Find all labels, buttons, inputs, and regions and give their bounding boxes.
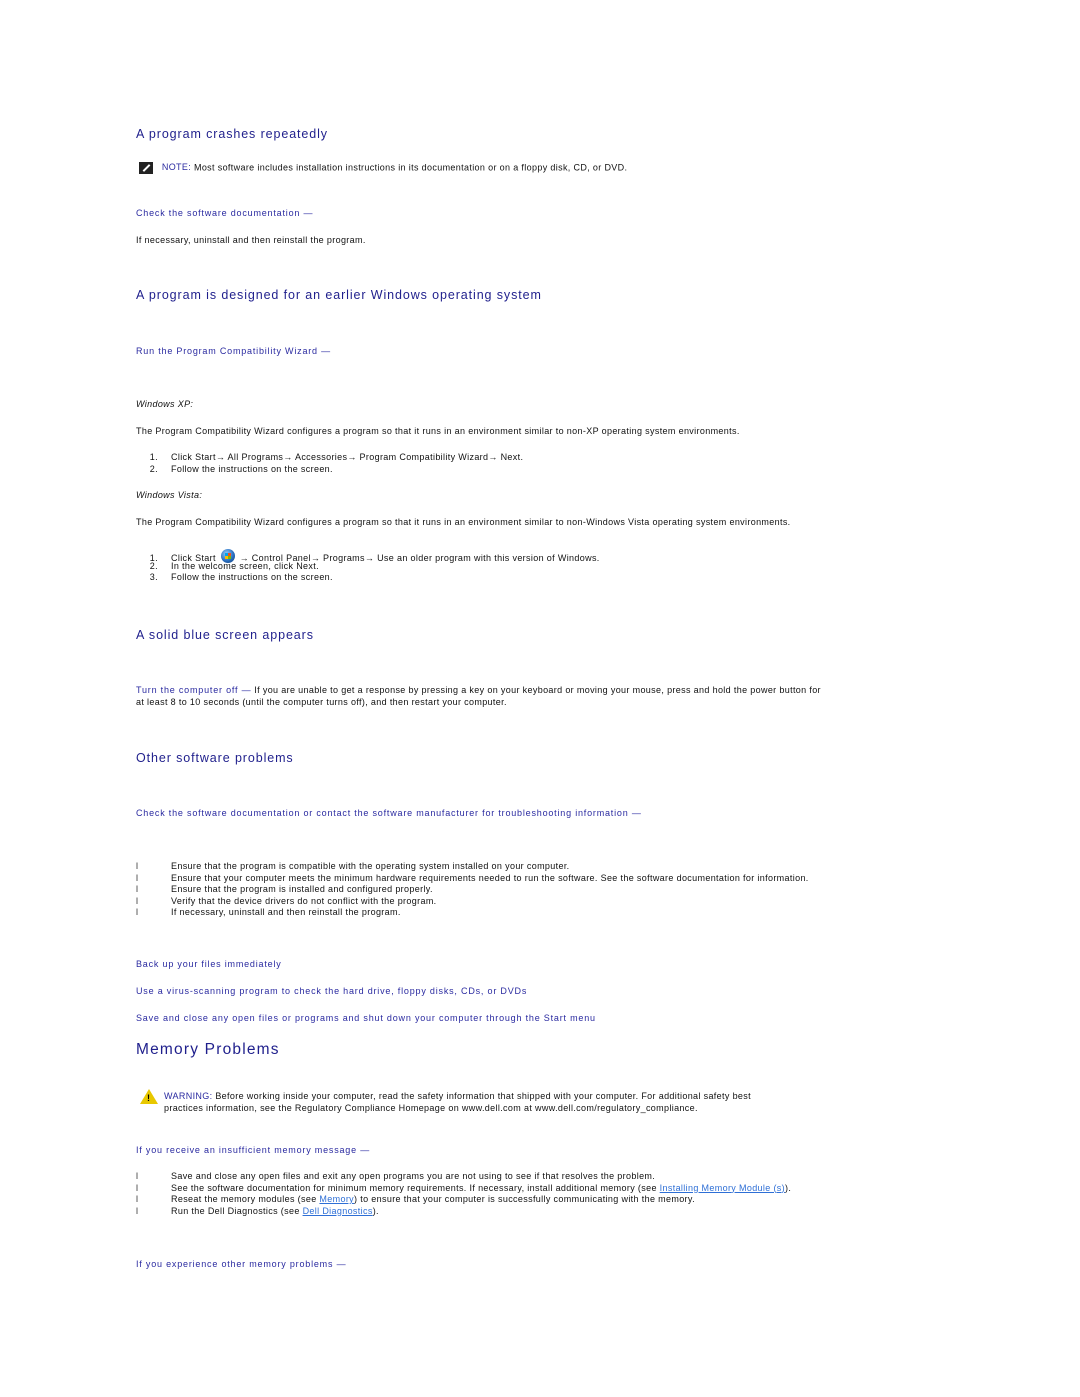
- link-installing-memory-modules[interactable]: Installing Memory Module (s): [660, 1183, 785, 1193]
- note-pencil-icon: [139, 162, 153, 174]
- list-item: l Reseat the memory modules (see Memory) …: [136, 1194, 695, 1204]
- list-item: l Ensure that your computer meets the min…: [136, 872, 809, 883]
- label-windows-vista: Windows Vista:: [136, 490, 203, 500]
- warning-label: WARNING:: [164, 1091, 213, 1101]
- bullet-icon: l: [136, 1182, 139, 1193]
- heading-earlier-windows: A program is designed for an earlier Win…: [136, 288, 542, 302]
- blue-screen-text: Turn the computer off — If you are unabl…: [136, 685, 821, 707]
- note-text: Most software includes installation inst…: [191, 162, 628, 173]
- list-item: l Run the Dell Diagnostics (see Dell Diag…: [136, 1205, 379, 1216]
- lead-insufficient-memory: If you receive an insufficient memory me…: [136, 1145, 371, 1155]
- note-label: NOTE:: [161, 162, 192, 173]
- vista-text: The Program Compatibility Wizard configu…: [136, 517, 791, 527]
- heading-program-crashes: A program crashes repeatedly: [136, 127, 328, 141]
- memory-bullets: l Save and close any open files and exit …: [136, 1171, 791, 1217]
- heading-other-software: Other software problems: [136, 751, 294, 765]
- list-item: l Ensure that the program is compatible w…: [136, 861, 570, 871]
- bullet-icon: l: [136, 884, 139, 894]
- windows-vista-start-orb-icon: [220, 549, 235, 563]
- lead-compatibility-wizard: Run the Program Compatibility Wizard —: [136, 346, 331, 356]
- list-item: l See the software documentation for mini…: [136, 1182, 792, 1193]
- bullet-icon: l: [136, 1171, 139, 1181]
- lead-check-documentation-manufacturer: Check the software documentation or cont…: [136, 808, 642, 818]
- vista-steps: 1. Click Start → Control Panel→ Programs→…: [136, 549, 600, 584]
- lead-save-and-shutdown: Save and close any open files or program…: [136, 1013, 596, 1023]
- heading-memory-problems: Memory Problems: [136, 1041, 280, 1058]
- other-bullets: l Ensure that the program is compatible w…: [136, 861, 809, 919]
- list-item: 1. Click Start→ All Programs→ Accessories…: [149, 452, 524, 462]
- xp-text: The Program Compatibility Wizard configu…: [136, 426, 740, 436]
- lead-other-memory-problems: If you experience other memory problems …: [136, 1259, 347, 1269]
- list-item: l Ensure that the program is installed an…: [136, 884, 433, 894]
- list-item: 2. Follow the instructions on the screen.: [149, 463, 333, 474]
- lead-check-software-documentation: Check the software documentation —: [136, 208, 314, 218]
- bullet-icon: l: [136, 861, 139, 871]
- heading-blue-screen: A solid blue screen appears: [136, 628, 314, 642]
- list-item: 1. Click Start → Control Panel→ Programs→…: [136, 549, 600, 563]
- link-memory[interactable]: Memory: [319, 1194, 354, 1204]
- warning-triangle-icon: !: [140, 1089, 158, 1109]
- list-item: l Verify that the device drivers do not c…: [136, 895, 437, 906]
- list-item: 3. Follow the instructions on the screen.: [149, 572, 333, 582]
- label-windows-xp: Windows XP:: [136, 399, 194, 409]
- bullet-icon: l: [136, 1205, 139, 1216]
- lead-virus-scan: Use a virus-scanning program to check th…: [136, 986, 528, 996]
- lead-back-up-files: Back up your files immediately: [136, 959, 282, 969]
- note-block: NOTE: Most software includes installatio…: [139, 162, 627, 174]
- list-item: l Save and close any open files and exit …: [136, 1171, 656, 1181]
- lead-turn-computer-off: Turn the computer off —: [136, 685, 252, 695]
- bullet-icon: l: [136, 1194, 139, 1204]
- warning-block: WARNING: Before working inside your comp…: [164, 1091, 751, 1113]
- xp-steps: 1. Click Start→ All Programs→ Accessories…: [136, 452, 523, 475]
- bullet-icon: l: [136, 895, 139, 906]
- crashes-text: If necessary, uninstall and then reinsta…: [136, 235, 366, 245]
- list-item: l If necessary, uninstall and then reinst…: [136, 907, 401, 917]
- link-dell-diagnostics[interactable]: Dell Diagnostics: [303, 1206, 373, 1216]
- bullet-icon: l: [136, 872, 139, 883]
- bullet-icon: l: [136, 907, 139, 917]
